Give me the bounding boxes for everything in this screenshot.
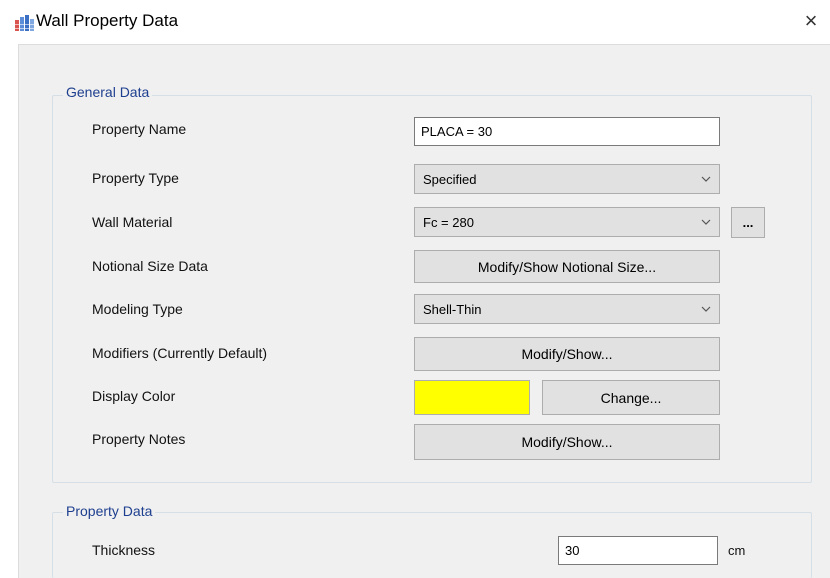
- display-color-swatch[interactable]: [414, 380, 530, 415]
- close-button[interactable]: ×: [798, 8, 824, 34]
- modify-property-notes-button[interactable]: Modify/Show...: [414, 424, 720, 460]
- modifiers-label: Modifiers (Currently Default): [92, 345, 268, 361]
- close-icon: ×: [804, 8, 818, 33]
- window-title: Wall Property Data: [36, 11, 179, 30]
- thickness-unit: cm: [728, 543, 746, 558]
- property-name-input[interactable]: PLACA = 30: [414, 117, 720, 146]
- property-type-value: Specified: [423, 171, 477, 187]
- wall-property-dialog: Wall Property Data × General Data Proper…: [0, 0, 830, 578]
- change-color-button[interactable]: Change...: [542, 380, 720, 415]
- general-data-title: General Data: [63, 84, 153, 100]
- notional-size-button-label: Modify/Show Notional Size...: [477, 258, 657, 275]
- chevron-down-icon: [701, 219, 711, 225]
- property-type-select[interactable]: Specified: [414, 164, 720, 194]
- modeling-type-value: Shell-Thin: [423, 301, 482, 317]
- property-notes-label: Property Notes: [92, 431, 186, 447]
- modify-modifiers-button[interactable]: Modify/Show...: [414, 337, 720, 371]
- title-bar: Wall Property Data ×: [0, 0, 830, 44]
- modifiers-button-label: Modify/Show...: [521, 346, 613, 362]
- thickness-value: 30: [565, 543, 580, 558]
- property-notes-button-label: Modify/Show...: [521, 434, 613, 450]
- thickness-input[interactable]: 30: [558, 536, 718, 565]
- property-name-label: Property Name: [92, 121, 187, 137]
- display-color-label: Display Color: [92, 388, 176, 404]
- property-name-value: PLACA = 30: [421, 124, 493, 139]
- chevron-down-icon: [701, 306, 711, 312]
- modeling-type-select[interactable]: Shell-Thin: [414, 294, 720, 324]
- modify-notional-size-button[interactable]: Modify/Show Notional Size...: [414, 250, 720, 283]
- ellipsis-label: ...: [742, 215, 754, 230]
- thickness-label: Thickness: [92, 542, 156, 558]
- property-type-label: Property Type: [92, 170, 179, 186]
- wall-material-select[interactable]: Fc = 280: [414, 207, 720, 237]
- modeling-type-label: Modeling Type: [92, 301, 183, 317]
- notional-size-label: Notional Size Data: [92, 258, 208, 274]
- property-data-title: Property Data: [63, 503, 156, 519]
- app-icon: [15, 15, 34, 31]
- change-color-label: Change...: [600, 389, 662, 406]
- chevron-down-icon: [701, 176, 711, 182]
- material-more-button[interactable]: ...: [731, 207, 765, 238]
- wall-material-value: Fc = 280: [423, 214, 474, 230]
- wall-material-label: Wall Material: [92, 214, 173, 230]
